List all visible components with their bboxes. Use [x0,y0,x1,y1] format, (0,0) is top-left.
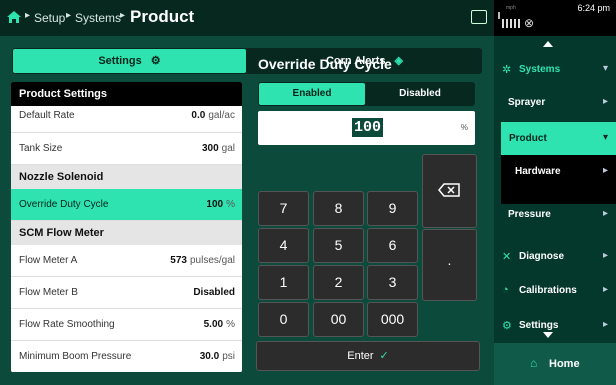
breadcrumb-systems[interactable]: Systems [75,11,121,25]
key-3[interactable]: 3 [367,265,418,300]
disabled-button[interactable]: Disabled [367,83,473,105]
nav-diagnose[interactable]: ✕ Diagnose ▸ [494,240,616,274]
bars-icon [502,19,522,28]
list-item[interactable]: Flow Meter A 573 pulses/gal [11,245,242,277]
list-item[interactable]: Flow Meter B Disabled [11,277,242,309]
editor-title: Override Duty Cycle [258,56,392,72]
key-6[interactable]: 6 [367,228,418,263]
enter-button[interactable]: Enter ✓ [256,341,480,371]
nav-hardware[interactable]: Hardware ▸ [501,155,616,189]
chevron-right-icon: ▸ [602,250,608,261]
tab-settings[interactable]: Settings ⚙ [13,49,246,73]
top-bar: ▸ Setup ▸ Systems ▸ Product [0,0,494,36]
panel-toggle-icon[interactable] [471,10,487,24]
chevron-down-icon: ▾ [602,132,608,143]
nav-pressure[interactable]: Pressure ▸ [494,198,616,232]
chevron-right-icon: ▸ [25,10,31,21]
key-2[interactable]: 2 [313,265,364,300]
systems-icon: ✲ [502,64,512,76]
backspace-button[interactable] [422,154,477,228]
key-0[interactable]: 0 [258,302,309,337]
gps-icon: ⊗ [524,16,535,30]
alert-diamond-icon: ◈ [394,55,404,67]
speed-unit: mph [506,5,516,11]
chevron-right-icon: ▸ [602,165,608,176]
home-icon: ⌂ [530,356,538,370]
nav-calibrations[interactable]: ◔ Calibrations ▸ [494,274,616,308]
key-1[interactable]: 1 [258,265,309,300]
tab-settings-label: Settings [98,55,142,67]
list-item[interactable]: Flow Rate Smoothing 5.00% [11,309,242,341]
key-00[interactable]: 00 [313,302,364,337]
breadcrumb-setup[interactable]: Setup [34,11,65,25]
section-header: Product Settings [11,82,242,106]
chevron-right-icon: ▸ [602,208,608,219]
nav-sprayer[interactable]: Sprayer ▸ [494,86,616,120]
settings-list[interactable]: Product Settings Default Rate 0.0 gal/ac … [11,82,242,372]
wrench-icon: ✕ [502,251,512,263]
chevron-right-icon: ▸ [66,10,72,21]
nav-product[interactable]: Product ▾ [501,122,616,155]
side-nav: ✲ Systems ▾ Sprayer ▸ Product ▾ Hardware… [494,36,616,343]
key-000[interactable]: 000 [367,302,418,337]
clock: 6:24 pm [577,3,610,13]
gear-icon: ⚙ [502,320,512,332]
key-4[interactable]: 4 [258,228,309,263]
list-item[interactable]: Default Rate 0.0 gal/ac [11,106,242,133]
key-5[interactable]: 5 [313,228,364,263]
value-unit: % [460,123,468,132]
nav-settings[interactable]: ⚙ Settings ▸ [494,309,616,343]
section-header: SCM Flow Meter [11,221,242,245]
scroll-down-icon[interactable] [543,332,553,338]
value-input[interactable]: 100 % [258,111,475,145]
chevron-right-icon: ▸ [120,10,126,21]
signal-icon [498,12,500,19]
scroll-up-icon[interactable] [543,41,553,47]
chevron-down-icon: ▾ [602,63,608,74]
list-item[interactable]: Tank Size 300 gal [11,133,242,165]
nav-systems[interactable]: ✲ Systems ▾ [494,53,616,87]
status-area: mph ⊗ 6:24 pm [494,0,616,36]
gear-icon: ⚙ [150,55,161,67]
calibration-icon: ◔ [502,284,509,296]
chevron-right-icon: ▸ [602,284,608,295]
home-button[interactable]: ⌂ Home [494,343,616,385]
home-icon[interactable] [6,10,22,24]
page-title: Product [130,7,195,26]
check-circle-icon: ✓ [379,350,389,362]
section-header: Nozzle Solenoid [11,165,242,189]
tab-bar: Settings ⚙ Corn Alerts ◈ [12,48,482,74]
chevron-right-icon: ▸ [602,319,608,330]
chevron-right-icon: ▸ [602,96,608,107]
value-text: 100 [352,118,384,137]
list-item-selected[interactable]: Override Duty Cycle 100% [11,189,242,221]
enable-toggle: Enabled Disabled [258,82,475,106]
key-9[interactable]: 9 [367,191,418,226]
key-7[interactable]: 7 [258,191,309,226]
list-item[interactable]: Minimum Boom Pressure 30.0 psi [11,341,242,372]
key-decimal[interactable]: . [422,229,477,301]
key-8[interactable]: 8 [313,191,364,226]
enabled-button[interactable]: Enabled [259,83,365,105]
backspace-icon [438,183,460,197]
enter-label: Enter [347,350,374,362]
